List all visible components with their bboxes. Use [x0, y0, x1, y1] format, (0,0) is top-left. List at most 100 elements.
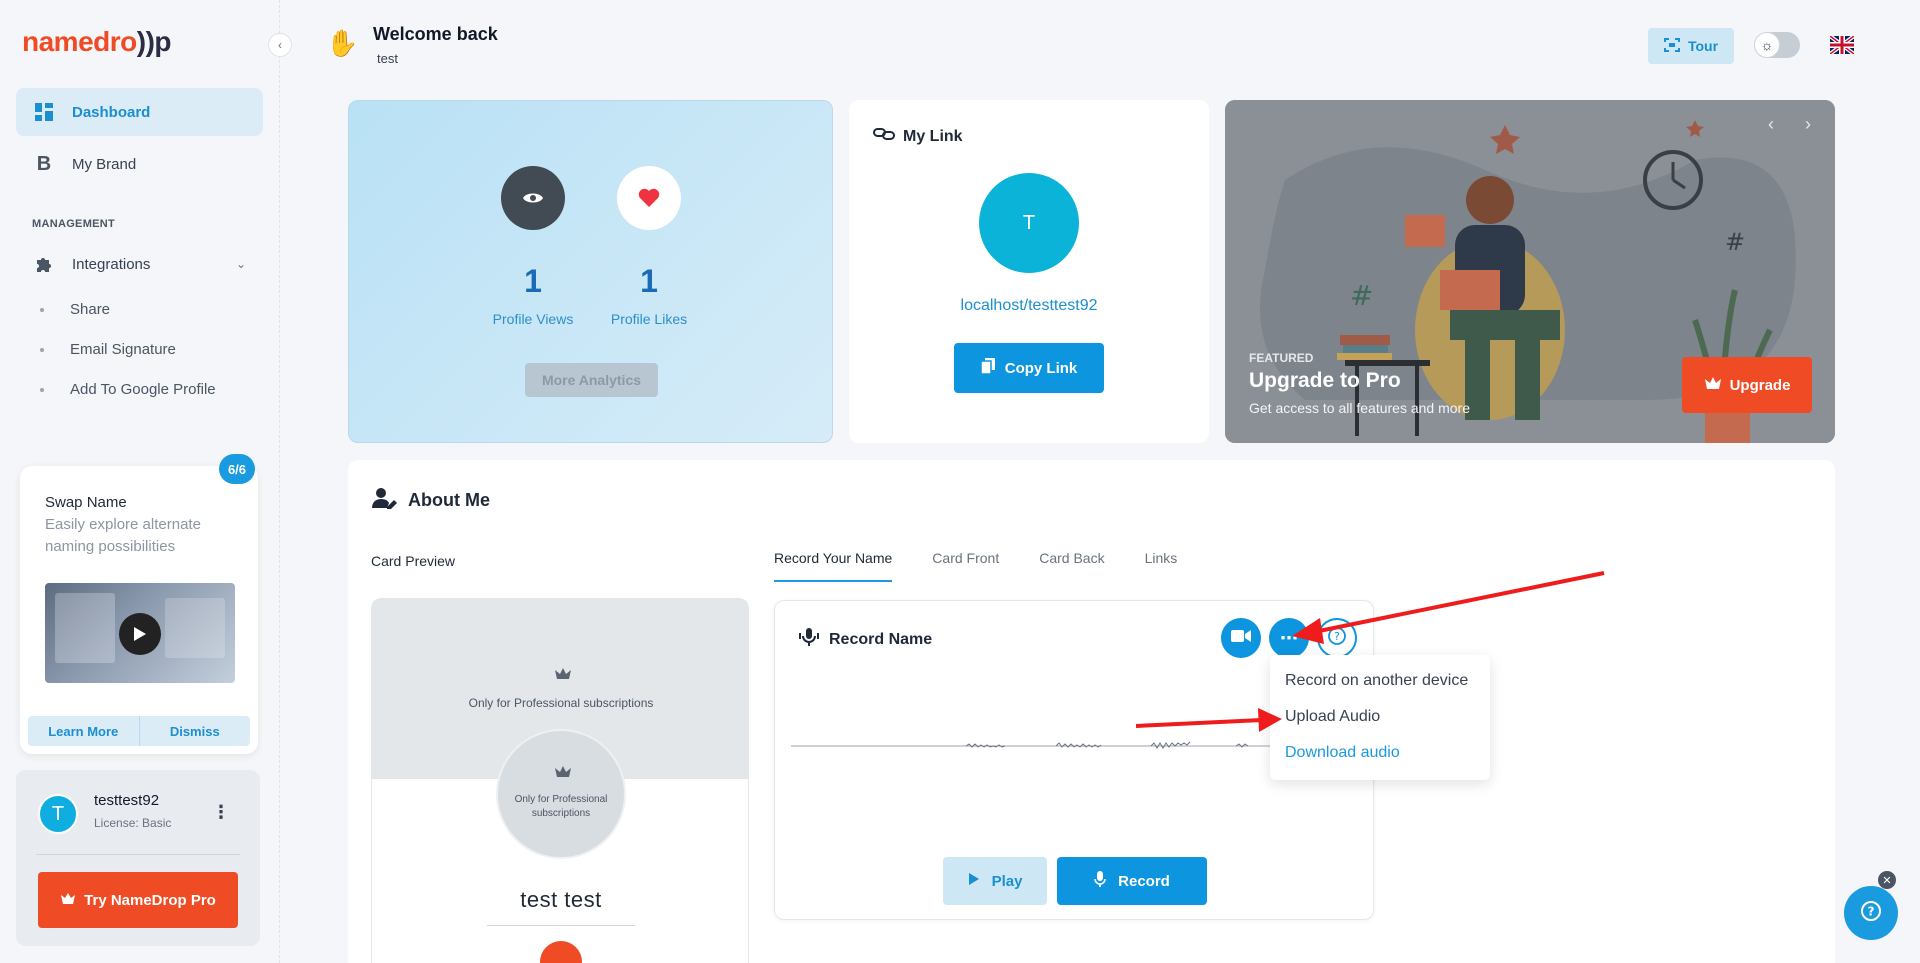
link-avatar: T — [979, 173, 1079, 273]
sidebar-item-dashboard[interactable]: Dashboard — [16, 88, 263, 136]
sidebar: namedro))p Dashboard B My Brand MANAGEME… — [0, 0, 280, 963]
waving-hand-icon: ✋ — [326, 28, 359, 58]
try-pro-button[interactable]: Try NameDrop Pro — [38, 872, 238, 928]
help-button[interactable]: ? — [1317, 618, 1357, 658]
close-icon[interactable]: ✕ — [1878, 871, 1896, 889]
preview-play-button[interactable] — [540, 941, 582, 963]
tour-button[interactable]: Tour — [1648, 28, 1734, 64]
swap-video-thumbnail[interactable] — [45, 583, 235, 683]
crown-icon — [1704, 376, 1722, 394]
copy-icon — [979, 358, 995, 378]
tab-record-your-name[interactable]: Record Your Name — [774, 550, 893, 582]
featured-subtitle: Get access to all features and more — [1249, 400, 1470, 416]
featured-tag: FEATURED — [1249, 351, 1314, 365]
video-record-button[interactable] — [1221, 618, 1261, 658]
tab-card-back[interactable]: Card Back — [1039, 550, 1104, 582]
about-me-title: About Me — [372, 487, 490, 514]
profile-likes-label: Profile Likes — [610, 311, 688, 327]
more-options-button[interactable]: ⋯ — [1269, 618, 1309, 658]
sidebar-item-label: Dashboard — [72, 103, 151, 121]
crown-icon — [554, 667, 572, 683]
more-analytics-button[interactable]: More Analytics — [525, 363, 658, 397]
sidebar-item-label: My Brand — [72, 155, 137, 173]
sidebar-item-label: Integrations — [72, 255, 151, 273]
help-chat-button[interactable]: ? — [1844, 886, 1898, 940]
swap-name-card: Swap Name Easily explore alternate namin… — [20, 466, 258, 754]
profile-likes-value: 1 — [640, 263, 658, 299]
carousel-next-icon[interactable]: › — [1805, 114, 1811, 135]
sun-icon: ☼ — [1754, 32, 1780, 58]
question-circle-icon: ? — [1327, 626, 1347, 651]
more-vertical-icon[interactable]: ⋮ — [212, 802, 230, 823]
card-preview: Only for Professional subscriptions Only… — [371, 598, 749, 963]
sidebar-item-my-brand[interactable]: B My Brand — [16, 140, 263, 188]
bullet-icon — [40, 347, 44, 352]
featured-upgrade-card: # # ‹ › FEATURED Upgrade to Pro Get acce… — [1225, 100, 1835, 443]
dashboard-icon — [34, 102, 54, 122]
upgrade-button[interactable]: Upgrade — [1682, 357, 1812, 413]
record-button[interactable]: Record — [1057, 857, 1207, 905]
profile-stats-card: 1 1 Profile Views Profile Likes More Ana… — [348, 100, 833, 443]
user-name: testtest92 — [94, 792, 160, 809]
featured-title: Upgrade to Pro — [1249, 369, 1401, 392]
page-subtitle: test — [377, 51, 398, 66]
audio-waveform — [791, 741, 1271, 749]
puzzle-icon — [34, 254, 54, 274]
link-icon — [873, 127, 895, 146]
svg-text:?: ? — [1868, 904, 1875, 918]
heart-icon — [617, 166, 681, 230]
namedrop-logo[interactable]: namedro))p — [22, 26, 172, 58]
chevron-down-icon: ⌄ — [236, 257, 247, 271]
carousel-prev-icon[interactable]: ‹ — [1768, 114, 1774, 135]
menu-item-upload-audio[interactable]: Upload Audio — [1285, 708, 1380, 726]
swap-description: Easily explore alternate naming possibil… — [45, 516, 201, 555]
pro-only-note: Only for Professional subscriptions — [468, 696, 654, 710]
divider — [36, 854, 240, 855]
swap-count-badge: 6/6 — [219, 454, 255, 484]
swap-title: Swap Name — [45, 494, 127, 511]
menu-item-download-audio[interactable]: Download audio — [1285, 744, 1400, 762]
svg-text:#: # — [1350, 279, 1373, 312]
pro-only-note: Only for Professional subscriptions — [514, 794, 608, 819]
play-icon — [968, 872, 980, 890]
my-link-card: My Link T localhost/testtest92 Copy Link — [849, 100, 1209, 443]
sidebar-subitem-google-profile[interactable]: Add To Google Profile — [40, 381, 216, 398]
card-preview-name: test test — [520, 887, 602, 912]
about-me-card: About Me Card Preview Only for Professio… — [348, 460, 1835, 963]
record-name-title: Record Name — [799, 627, 932, 652]
microphone-icon — [799, 627, 819, 652]
theme-toggle[interactable]: ☼ — [1754, 32, 1800, 58]
video-camera-icon — [1231, 629, 1251, 648]
sidebar-subitem-email-signature[interactable]: Email Signature — [40, 341, 176, 358]
card-preview-photo: Only for Professional subscriptions — [496, 729, 626, 859]
play-video-icon[interactable] — [119, 613, 161, 655]
profile-views-value: 1 — [524, 263, 542, 299]
card-preview-label: Card Preview — [371, 553, 456, 569]
crown-icon — [554, 765, 572, 783]
user-card: T testtest92 License: Basic ⋮ Try NameDr… — [16, 770, 260, 946]
divider — [487, 925, 635, 926]
menu-item-record-another-device[interactable]: Record on another device — [1285, 672, 1468, 690]
sidebar-subitem-share[interactable]: Share — [40, 301, 110, 318]
about-tabs: Record Your Name Card Front Card Back Li… — [774, 550, 1177, 582]
my-link-title: My Link — [873, 127, 963, 146]
learn-more-button[interactable]: Learn More — [28, 716, 140, 746]
more-horizontal-icon: ⋯ — [1280, 628, 1298, 648]
copy-link-button[interactable]: Copy Link — [954, 343, 1104, 393]
question-circle-icon: ? — [1860, 900, 1882, 927]
profile-url-link[interactable]: localhost/testtest92 — [849, 297, 1209, 315]
bullet-icon — [40, 387, 44, 392]
svg-text:#: # — [1725, 228, 1745, 256]
eye-icon — [501, 166, 565, 230]
chevron-left-icon[interactable]: ‹ — [268, 33, 292, 57]
user-license: License: Basic — [94, 816, 172, 830]
tab-card-front[interactable]: Card Front — [932, 550, 999, 582]
brand-b-icon: B — [36, 152, 52, 175]
crown-icon — [60, 892, 76, 909]
tab-links[interactable]: Links — [1145, 550, 1178, 582]
avatar[interactable]: T — [38, 794, 78, 834]
play-button[interactable]: Play — [943, 857, 1047, 905]
sidebar-item-integrations[interactable]: Integrations ⌄ — [16, 240, 263, 288]
uk-flag-icon[interactable] — [1828, 34, 1856, 56]
dismiss-button[interactable]: Dismiss — [140, 716, 251, 746]
